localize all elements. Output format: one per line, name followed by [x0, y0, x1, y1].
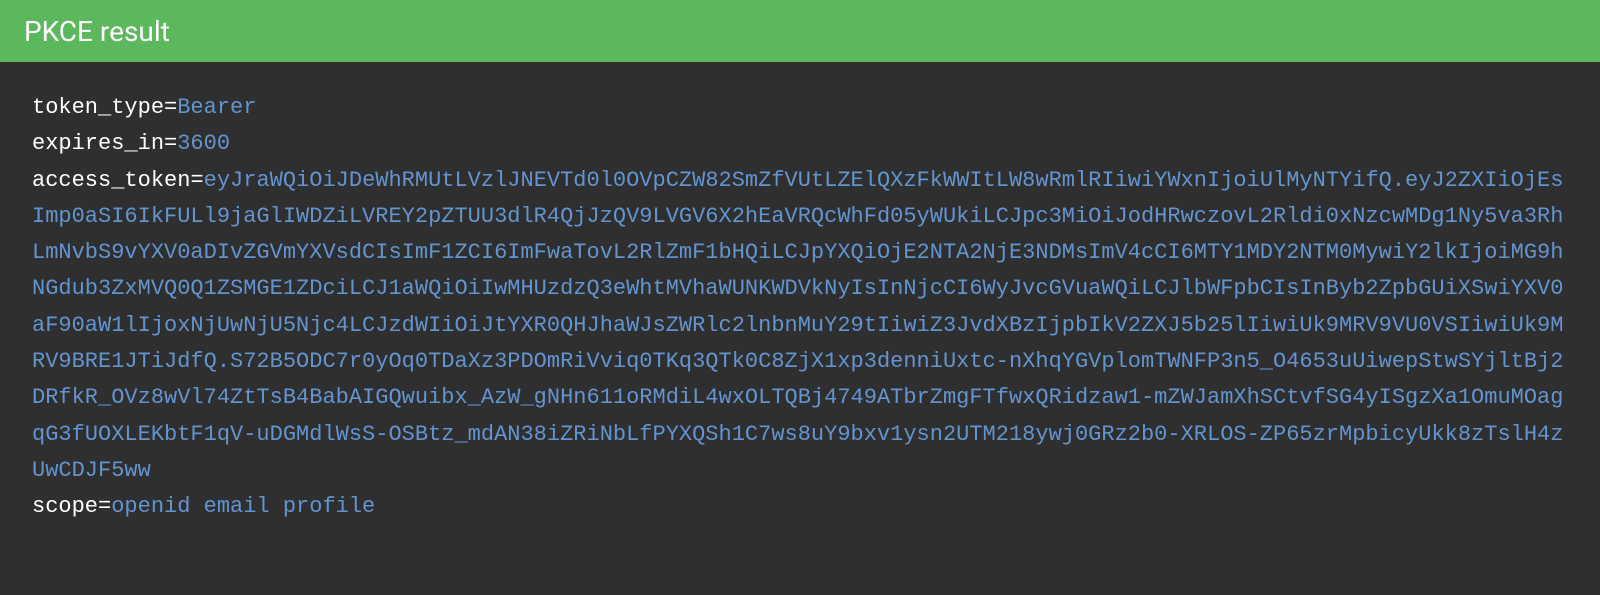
kv-line-access-token: access_token=eyJraWQiOiJDeWhRMUtLVzlJNEV… [32, 163, 1568, 490]
kv-key: scope [32, 494, 98, 519]
kv-value: openid email profile [111, 494, 375, 519]
kv-key: access_token [32, 168, 190, 193]
equals-sign: = [98, 494, 111, 519]
kv-value: eyJraWQiOiJDeWhRMUtLVzlJNEVTd0l0OVpCZW82… [32, 168, 1563, 483]
kv-line-token-type: token_type=Bearer [32, 90, 1568, 126]
kv-key: expires_in [32, 131, 164, 156]
panel-header: PKCE result [0, 0, 1600, 62]
result-body: token_type=Bearer expires_in=3600 access… [0, 62, 1600, 554]
kv-line-scope: scope=openid email profile [32, 489, 1568, 525]
kv-value: Bearer [177, 95, 256, 120]
kv-line-expires-in: expires_in=3600 [32, 126, 1568, 162]
equals-sign: = [164, 131, 177, 156]
panel-title: PKCE result [24, 15, 170, 48]
equals-sign: = [164, 95, 177, 120]
kv-key: token_type [32, 95, 164, 120]
kv-value: 3600 [177, 131, 230, 156]
equals-sign: = [190, 168, 203, 193]
